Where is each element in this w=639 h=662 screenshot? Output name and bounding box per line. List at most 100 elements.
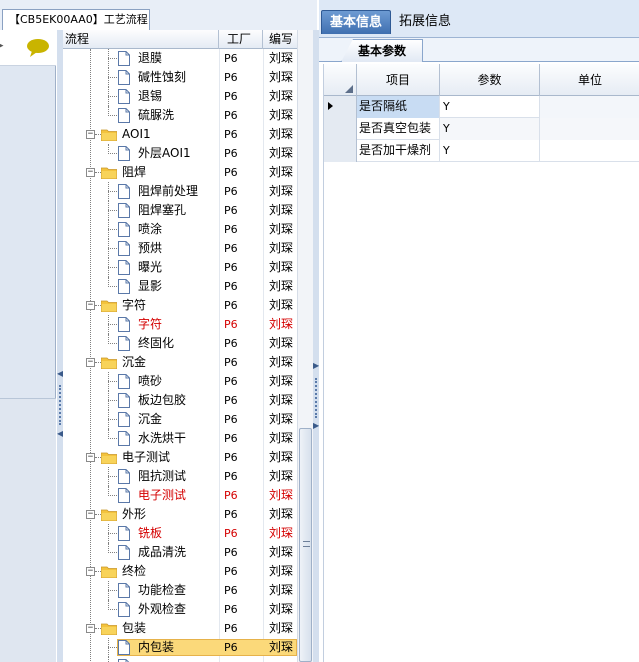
tree-row[interactable]: 退膜 P6 刘琛 <box>63 49 297 68</box>
param-item-cell[interactable]: 是否隔纸 <box>357 96 440 118</box>
tree-row[interactable]: 外观检查 P6 刘琛 <box>63 600 297 619</box>
splitter-grip[interactable] <box>59 385 61 425</box>
collapse-minus-icon[interactable]: − <box>86 168 95 177</box>
tree-row[interactable]: 电子测试 P6 刘琛 <box>63 486 297 505</box>
tree-line <box>108 495 117 496</box>
tree-row[interactable]: 预烘 P6 刘琛 <box>63 239 297 258</box>
tab-extended-info[interactable]: 拓展信息 <box>391 10 459 34</box>
tree-row[interactable]: 阻焊前处理 P6 刘琛 <box>63 182 297 201</box>
param-row[interactable]: 是否真空包装 Y <box>324 118 639 140</box>
param-row[interactable]: 是否隔纸 Y <box>324 96 639 118</box>
tree-node-label: 喷砂 <box>138 374 163 388</box>
tree-group-row[interactable]: − 阻焊 P6 刘琛 <box>63 163 297 182</box>
tree-group-row[interactable]: − 沉金 P6 刘琛 <box>63 353 297 372</box>
tree-row[interactable]: 阻抗测试 P6 刘琛 <box>63 467 297 486</box>
param-value-cell[interactable]: Y <box>440 96 540 118</box>
param-item-cell[interactable]: 是否真空包装 <box>357 118 440 140</box>
tree-row[interactable]: 外层AOI1 P6 刘琛 <box>63 144 297 163</box>
tree-row[interactable]: 铣板 P6 刘琛 <box>63 524 297 543</box>
tree-node-label: 字符 <box>122 298 147 312</box>
tree-line <box>108 647 117 648</box>
param-unit-cell[interactable] <box>540 140 639 162</box>
current-row-pointer-icon <box>328 102 333 110</box>
param-unit-cell[interactable] <box>540 118 639 140</box>
author-cell: 刘琛 <box>269 241 294 255</box>
tree-row[interactable]: 硫脲洗 P6 刘琛 <box>63 106 297 125</box>
tab-process-flow[interactable]: 【CB5EK00AA0】工艺流程 <box>2 9 150 30</box>
factory-cell: P6 <box>224 299 238 312</box>
param-unit-cell[interactable] <box>540 96 639 118</box>
collapse-minus-icon[interactable]: − <box>86 624 95 633</box>
tree-row[interactable]: 水洗烘干 P6 刘琛 <box>63 429 297 448</box>
tree-row[interactable]: 终固化 P6 刘琛 <box>63 334 297 353</box>
author-cell: 刘琛 <box>269 393 294 407</box>
collapse-arrow-icon[interactable]: ▸ <box>0 38 4 53</box>
collapse-minus-icon[interactable]: − <box>86 453 95 462</box>
column-header-item[interactable]: 项目 <box>357 64 440 96</box>
param-value-cell[interactable]: Y <box>440 140 540 162</box>
author-cell: 刘琛 <box>269 526 294 540</box>
row-header[interactable] <box>324 96 357 118</box>
column-header-flow[interactable]: 流程 <box>63 30 219 49</box>
tree-row[interactable]: 功能检查 P6 刘琛 <box>63 581 297 600</box>
collapse-minus-icon[interactable]: − <box>86 301 95 310</box>
param-item-cell[interactable]: 是否加干燥剂 <box>357 140 440 162</box>
tree-row[interactable]: 沉金 P6 刘琛 <box>63 410 297 429</box>
tree-row[interactable]: 碱性蚀刻 P6 刘琛 <box>63 68 297 87</box>
tree-row[interactable]: 曝光 P6 刘琛 <box>63 258 297 277</box>
tree-node-label: 终检 <box>122 564 147 578</box>
tree-group-row[interactable]: − AOI1 P6 刘琛 <box>63 125 297 144</box>
folder-icon <box>101 566 117 578</box>
tree-row[interactable]: 喷涂 P6 刘琛 <box>63 220 297 239</box>
author-cell: 刘琛 <box>269 260 294 274</box>
document-icon <box>118 184 130 199</box>
tab-basic-info[interactable]: 基本信息 <box>321 10 392 34</box>
tree-row[interactable]: 阻焊塞孔 P6 刘琛 <box>63 201 297 220</box>
tree-row[interactable]: 字符 P6 刘琛 <box>63 315 297 334</box>
document-icon <box>118 203 130 218</box>
row-header[interactable] <box>324 118 357 140</box>
collapse-minus-icon[interactable]: − <box>86 358 95 367</box>
tree-row[interactable]: 板边包胶 P6 刘琛 <box>63 391 297 410</box>
tree-row[interactable]: 成品清洗 P6 刘琛 <box>63 543 297 562</box>
factory-cell: P6 <box>224 185 238 198</box>
document-icon <box>118 488 130 503</box>
tree-row[interactable]: 显影 P6 刘琛 <box>63 277 297 296</box>
tree-group-row[interactable]: − 电子测试 P6 刘琛 <box>63 448 297 467</box>
column-header-param[interactable]: 参数 <box>440 64 540 96</box>
column-header-factory[interactable]: 工厂 <box>219 30 263 49</box>
tree-node-label: 显影 <box>138 279 163 293</box>
tree-node-label: 字符 <box>138 317 163 331</box>
column-header-author[interactable]: 编写 <box>263 30 297 49</box>
scrollbar-thumb[interactable] <box>299 428 312 662</box>
select-all-corner[interactable] <box>324 64 357 96</box>
tree-group-row[interactable]: − 外形 P6 刘琛 <box>63 505 297 524</box>
author-cell: 刘琛 <box>269 507 294 521</box>
tree-node-label: 外层AOI1 <box>138 146 191 160</box>
speech-bubble-icon[interactable] <box>26 38 50 58</box>
collapse-minus-icon[interactable]: − <box>86 130 95 139</box>
collapse-minus-icon[interactable]: − <box>86 510 95 519</box>
row-header[interactable] <box>324 140 357 162</box>
tree-line <box>108 58 117 59</box>
tree-group-row[interactable]: − 包装 P6 刘琛 <box>63 619 297 638</box>
tree-scrollbar[interactable] <box>297 30 313 662</box>
column-header-unit[interactable]: 单位 <box>540 64 639 96</box>
splitter-grip[interactable] <box>315 378 317 418</box>
tree-row[interactable] <box>63 657 297 662</box>
tree-group-row[interactable]: − 终检 P6 刘琛 <box>63 562 297 581</box>
factory-cell: P6 <box>224 584 238 597</box>
tree-line <box>108 419 117 420</box>
tree-row[interactable]: 内包装 P6 刘琛 <box>63 638 297 657</box>
factory-cell: P6 <box>224 603 238 616</box>
author-cell: 刘琛 <box>269 108 294 122</box>
param-value-cell[interactable]: Y <box>440 118 540 140</box>
folder-icon <box>101 357 117 369</box>
tab-basic-params[interactable]: 基本参数 <box>341 39 423 62</box>
tree-row[interactable]: 喷砂 P6 刘琛 <box>63 372 297 391</box>
document-icon <box>118 89 130 104</box>
collapse-minus-icon[interactable]: − <box>86 567 95 576</box>
tree-row[interactable]: 退锡 P6 刘琛 <box>63 87 297 106</box>
param-row[interactable]: 是否加干燥剂 Y <box>324 140 639 162</box>
tree-group-row[interactable]: − 字符 P6 刘琛 <box>63 296 297 315</box>
